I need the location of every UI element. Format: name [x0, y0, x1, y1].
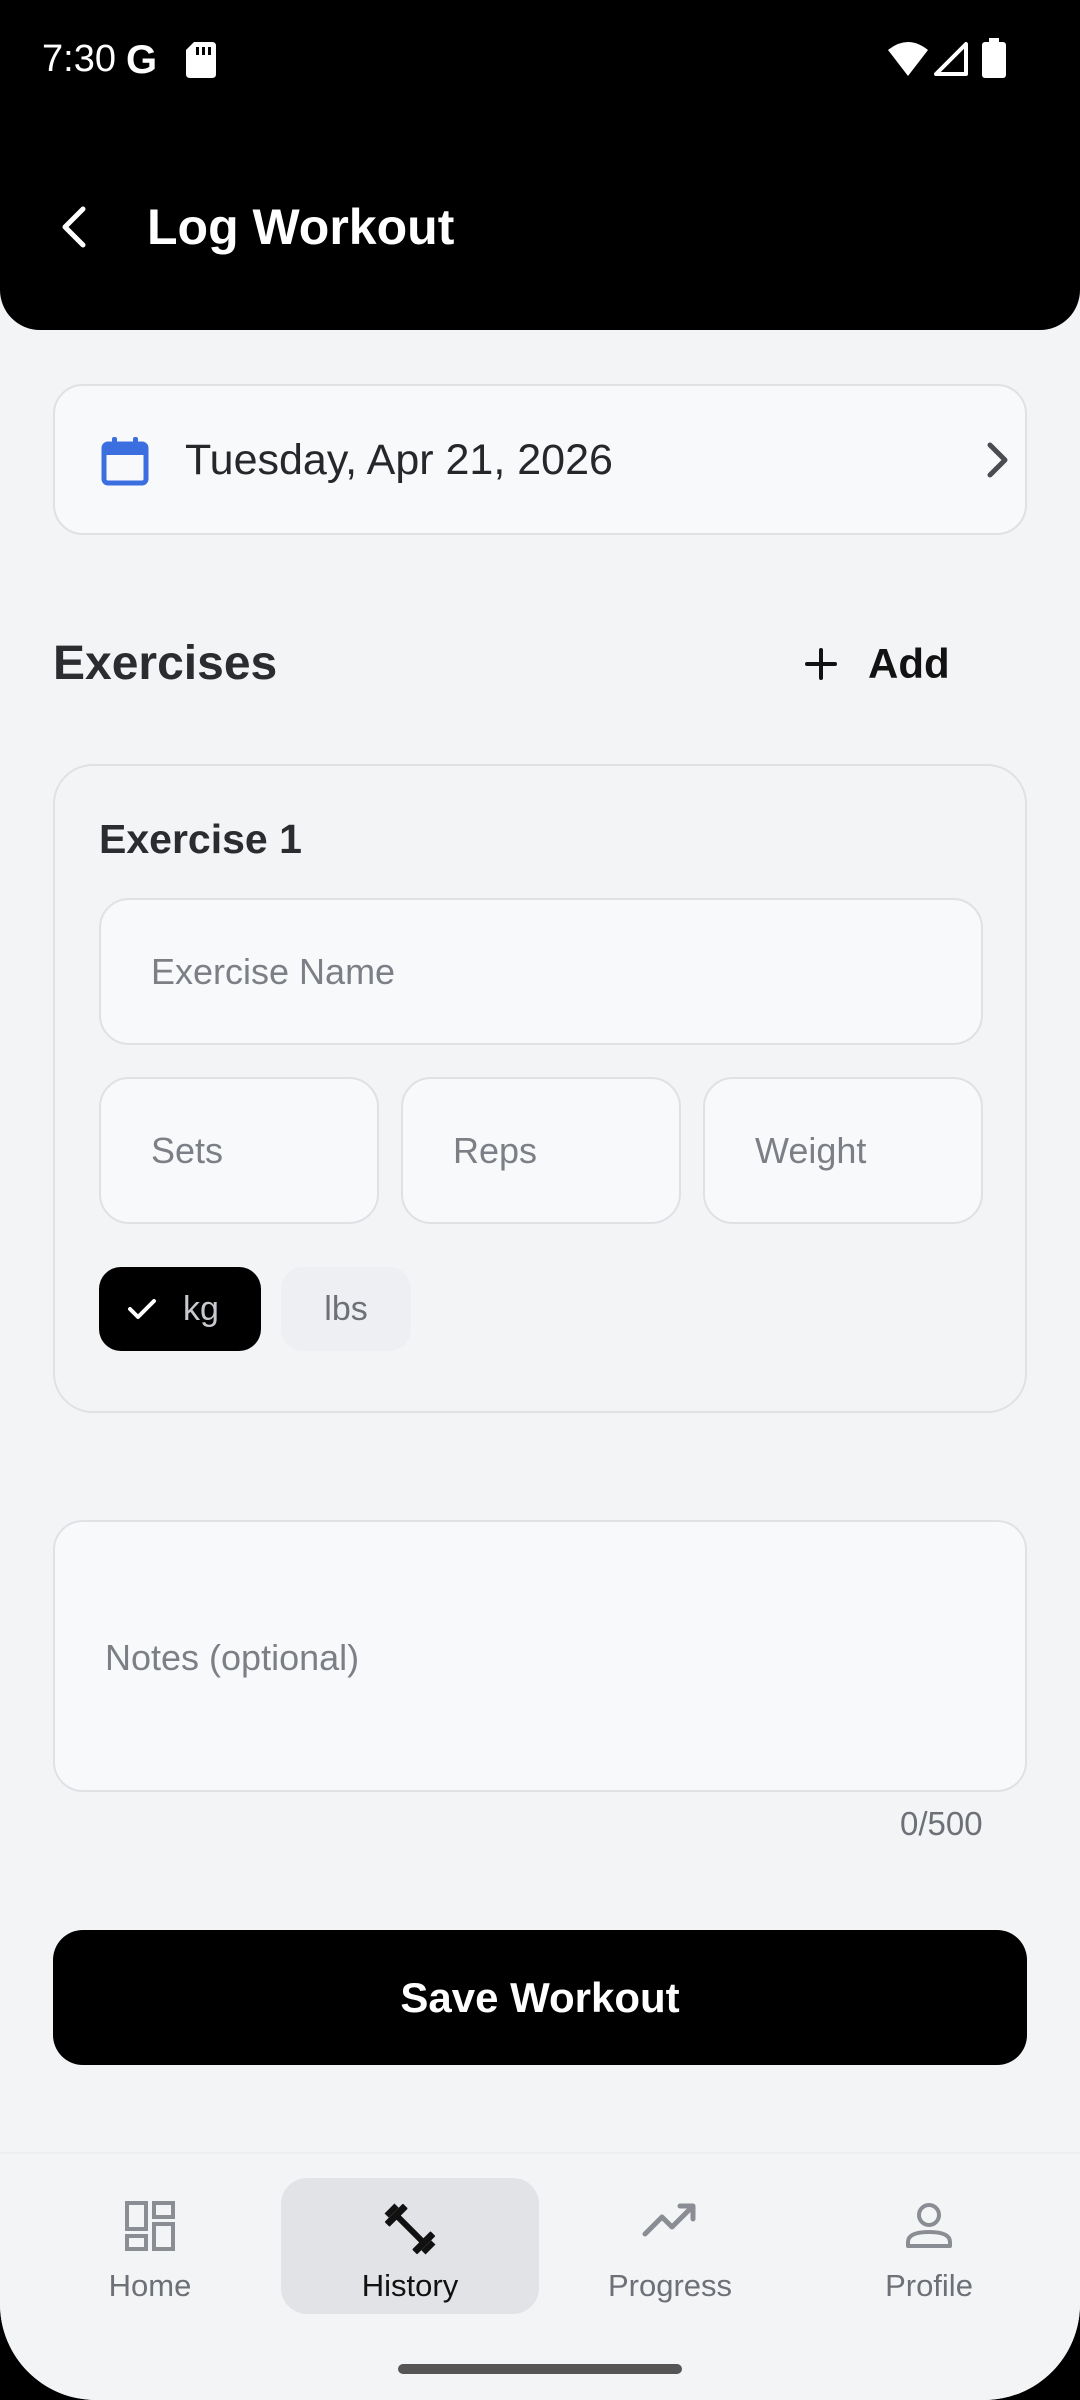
add-exercise-button[interactable]: Add — [804, 624, 950, 704]
add-label: Add — [868, 640, 950, 687]
exercise-card: Exercise 1 kg lbs — [53, 764, 1027, 1413]
header-area: 7:30 G Log Workout — [0, 0, 1080, 330]
sd-card-icon — [186, 42, 216, 78]
bottom-navigation: Home History Progress Profile — [0, 2152, 1080, 2400]
nav-label: Home — [108, 2268, 192, 2303]
nav-label: History — [361, 2268, 459, 2303]
chevron-right-icon — [987, 442, 1008, 478]
battery-icon — [982, 38, 1006, 78]
exercise-name-input[interactable] — [99, 898, 983, 1045]
person-icon — [906, 2203, 952, 2248]
exercise-title: Exercise 1 — [99, 816, 302, 862]
arrow-back-icon — [62, 206, 86, 248]
sets-input[interactable] — [99, 1077, 379, 1224]
log-workout-screen: 7:30 G Log Workout Tuesday, Apr 21, 2026… — [0, 0, 1080, 2400]
reps-input[interactable] — [401, 1077, 681, 1224]
wifi-icon — [888, 42, 928, 76]
status-bar: 7:30 G — [0, 0, 1080, 120]
notes-input[interactable] — [53, 1520, 1027, 1792]
notes-char-counter: 0/500 — [900, 1805, 983, 1842]
check-icon — [128, 1299, 156, 1319]
nav-label: Progress — [607, 2268, 733, 2303]
date-picker-card[interactable]: Tuesday, Apr 21, 2026 — [53, 384, 1027, 535]
calendar-icon — [101, 437, 149, 486]
dashboard-icon — [125, 2201, 175, 2251]
signal-icon — [934, 42, 968, 76]
google-icon: G — [126, 38, 158, 82]
home-indicator[interactable] — [398, 2364, 682, 2374]
weight-input[interactable] — [703, 1077, 983, 1224]
plus-icon — [805, 648, 837, 680]
dumbbell-icon — [384, 2203, 436, 2255]
unit-chip-kg[interactable]: kg — [99, 1267, 261, 1351]
nav-item-progress[interactable]: Progress — [541, 2178, 799, 2314]
unit-chip-label: kg — [183, 1289, 219, 1328]
back-button[interactable] — [40, 192, 110, 262]
page-title: Log Workout — [147, 199, 455, 255]
app-bar: Log Workout — [0, 170, 1080, 290]
selected-date: Tuesday, Apr 21, 2026 — [185, 436, 613, 484]
save-workout-button[interactable]: Save Workout — [53, 1930, 1027, 2065]
unit-chip-lbs[interactable]: lbs — [281, 1267, 411, 1351]
unit-chip-label: lbs — [324, 1289, 368, 1328]
nav-item-profile[interactable]: Profile — [800, 2178, 1058, 2314]
status-time: 7:30 — [42, 38, 116, 80]
nav-label: Profile — [885, 2268, 973, 2303]
nav-item-history[interactable]: History — [281, 2178, 539, 2314]
trending-up-icon — [642, 2203, 696, 2237]
exercises-heading: Exercises — [53, 637, 278, 690]
nav-item-home[interactable]: Home — [21, 2178, 279, 2314]
